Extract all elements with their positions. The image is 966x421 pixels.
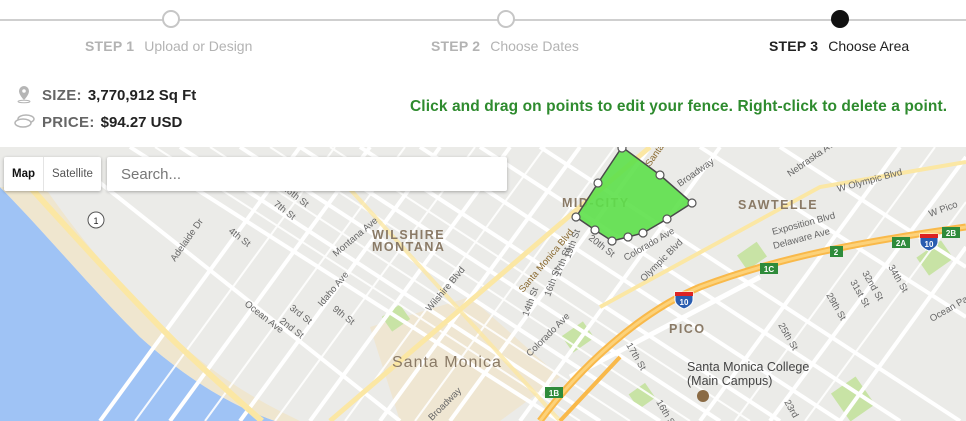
step-2-number: STEP 2	[431, 38, 481, 54]
step-3-label: Choose Area	[828, 38, 910, 54]
step-2-label: Choose Dates	[490, 38, 579, 54]
svg-text:10: 10	[925, 240, 934, 249]
school-icon[interactable]	[697, 390, 709, 402]
fence-vertex-handle	[593, 178, 603, 188]
size-row: SIZE: 3,770,912 Sq Ft	[14, 84, 244, 106]
edit-fence-hint: Click and drag on points to edit your fe…	[410, 98, 948, 115]
progress-stepper: STEP 1 Upload or Design STEP 2 Choose Date…	[0, 0, 966, 62]
step-1-number: STEP 1	[85, 38, 135, 54]
label-sawtelle: SAWTELLE	[738, 198, 818, 212]
svg-text:2A: 2A	[896, 239, 906, 248]
map-type-satellite-button[interactable]: Satellite	[44, 157, 101, 191]
label-montana: MONTANA	[372, 240, 445, 254]
price-label: PRICE:	[42, 113, 95, 131]
size-value: 3,770,912 Sq Ft	[87, 86, 197, 104]
label-college-campus: (Main Campus)	[687, 374, 772, 388]
size-label: SIZE:	[42, 86, 82, 104]
svg-text:1: 1	[93, 216, 98, 226]
svg-text:1B: 1B	[549, 389, 559, 398]
fence-vertex-handle	[655, 170, 665, 180]
stepper-track	[0, 19, 966, 21]
label-pico: PICO	[669, 322, 706, 336]
map-type-control: Map Satellite	[4, 157, 101, 191]
fence-vertex-handle	[571, 212, 581, 222]
route-1-shield: 1	[87, 211, 105, 229]
fence-vertex-handle	[617, 147, 627, 153]
map-pin-icon	[14, 84, 36, 108]
fence-vertex-handle	[638, 228, 648, 238]
fence-vertex-handle	[590, 225, 600, 235]
step-3[interactable]: STEP 3 Choose Area	[769, 38, 909, 54]
fence-vertex-handle	[662, 214, 672, 224]
map-canvas[interactable]: MID-CITY SAWTELLE WILSHIRE MONTANA PICO …	[0, 147, 966, 421]
svg-text:2: 2	[834, 248, 839, 257]
label-santa-monica: Santa Monica	[392, 354, 502, 371]
svg-text:2B: 2B	[946, 229, 956, 238]
fence-vertex-handle	[687, 198, 697, 208]
map-type-map-button[interactable]: Map	[4, 157, 44, 191]
step-2-dot[interactable]	[497, 10, 515, 28]
fence-vertex-handle	[623, 232, 633, 242]
price-value: $94.27 USD	[100, 113, 183, 131]
step-3-dot[interactable]	[831, 10, 849, 28]
coins-icon	[14, 112, 36, 134]
price-row: PRICE: $94.27 USD	[14, 112, 244, 134]
svg-text:10: 10	[680, 298, 689, 307]
step-1[interactable]: STEP 1 Upload or Design	[85, 38, 252, 54]
step-1-label: Upload or Design	[144, 38, 253, 54]
label-college: Santa Monica College	[687, 360, 809, 374]
svg-text:1C: 1C	[764, 265, 774, 274]
step-1-dot[interactable]	[162, 10, 180, 28]
map-search-input[interactable]	[107, 157, 507, 191]
step-2[interactable]: STEP 2 Choose Dates	[431, 38, 579, 54]
step-3-number: STEP 3	[769, 38, 819, 54]
fence-vertex-handle	[607, 236, 617, 246]
